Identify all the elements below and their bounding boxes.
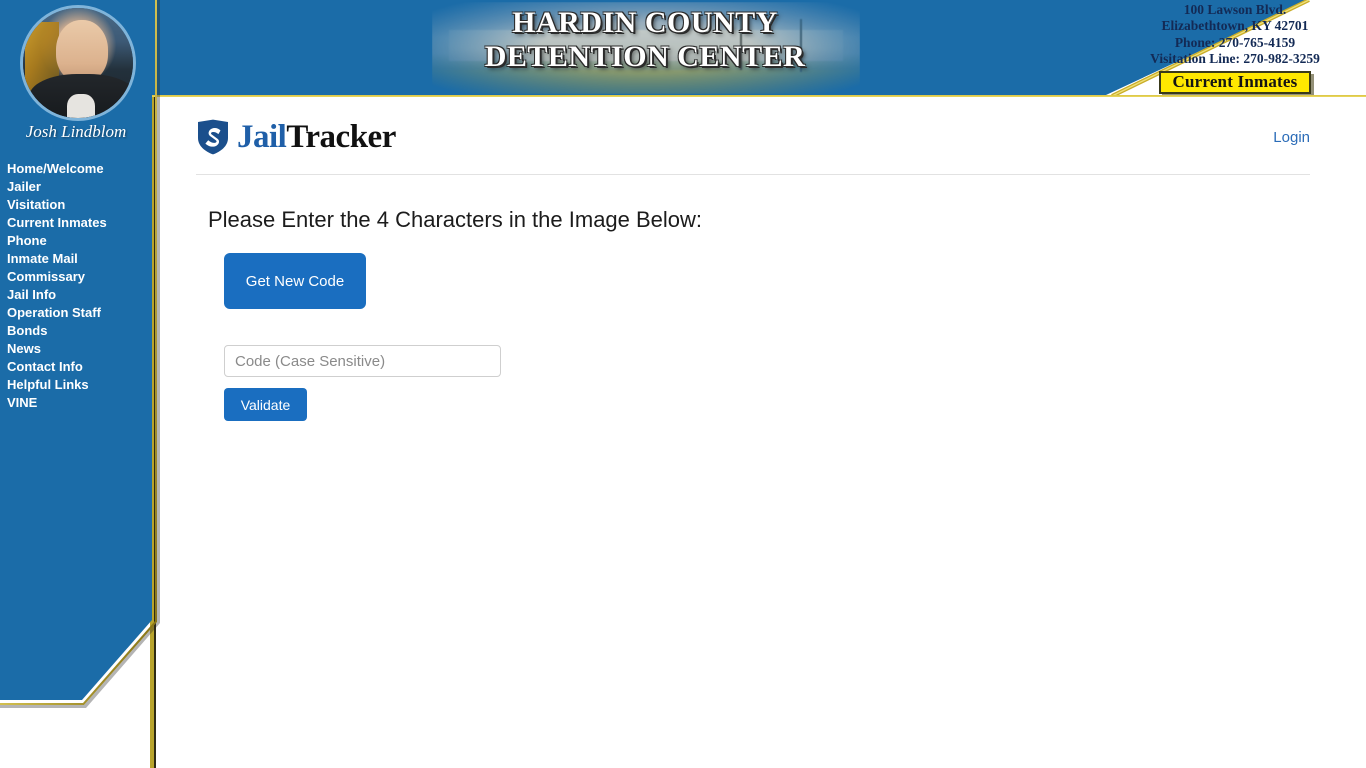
- validate-button[interactable]: Validate: [224, 388, 307, 421]
- page-root: HARDIN COUNTY DETENTION CENTER 100 Lawso…: [0, 0, 1366, 768]
- app-header: JailTracker Login: [196, 115, 1310, 175]
- sidebar-item-helpful-links[interactable]: Helpful Links: [7, 376, 152, 394]
- officer-name: Josh Lindblom: [25, 122, 127, 141]
- sidebar-item-contact-info[interactable]: Contact Info: [7, 358, 152, 376]
- sidebar: Josh Lindblom Home/Welcome Jailer Visita…: [0, 0, 152, 700]
- banner-title-line1: HARDIN COUNTY: [512, 6, 778, 39]
- captcha-form: Please Enter the 4 Characters in the Ima…: [208, 207, 702, 421]
- sidebar-item-bonds[interactable]: Bonds: [7, 322, 152, 340]
- avatar-head: [56, 20, 108, 82]
- content-panel-inner: JailTracker Login Please Enter the 4 Cha…: [154, 97, 1366, 768]
- contact-address: 100 Lawson Blvd.: [1183, 2, 1287, 17]
- avatar-photo: [23, 8, 133, 118]
- get-new-code-button[interactable]: Get New Code: [224, 253, 366, 309]
- logo-text: JailTracker: [237, 120, 396, 154]
- sidebar-item-phone[interactable]: Phone: [7, 232, 152, 250]
- logo-text-jail: Jail: [237, 119, 287, 155]
- avatar: [20, 5, 136, 121]
- sidebar-item-visitation[interactable]: Visitation: [7, 196, 152, 214]
- shield-icon: [198, 119, 228, 155]
- code-input[interactable]: [224, 345, 501, 377]
- sidebar-item-jail-info[interactable]: Jail Info: [7, 286, 152, 304]
- sidebar-item-operation-staff[interactable]: Operation Staff: [7, 304, 152, 322]
- sidebar-item-current-inmates[interactable]: Current Inmates: [7, 214, 152, 232]
- content-panel: JailTracker Login Please Enter the 4 Cha…: [150, 97, 1366, 768]
- sidebar-item-news[interactable]: News: [7, 340, 152, 358]
- sidebar-item-home-welcome[interactable]: Home/Welcome: [7, 160, 152, 178]
- contact-phone: Phone: 270-765-4159: [1174, 34, 1296, 50]
- sidebar-item-commissary[interactable]: Commissary: [7, 268, 152, 286]
- sidebar-item-inmate-mail[interactable]: Inmate Mail: [7, 250, 152, 268]
- logo-text-tracker: Tracker: [286, 119, 396, 155]
- captcha-heading: Please Enter the 4 Characters in the Ima…: [208, 207, 703, 232]
- contact-visitation-line: Visitation Line: 270-982-3259: [1150, 51, 1320, 67]
- sidebar-item-jailer[interactable]: Jailer: [7, 178, 152, 196]
- login-link[interactable]: Login: [1273, 129, 1310, 146]
- page-title: HARDIN COUNTY DETENTION CENTER: [380, 6, 910, 74]
- banner-title-line2: DETENTION CENTER: [484, 40, 806, 73]
- jailtracker-logo[interactable]: JailTracker: [196, 119, 396, 155]
- avatar-shirt: [67, 94, 95, 118]
- contact-city-state-zip: Elizabethtown, KY 42701: [1161, 18, 1309, 34]
- current-inmates-button[interactable]: Current Inmates: [1158, 70, 1312, 95]
- sidebar-nav: Home/Welcome Jailer Visitation Current I…: [7, 160, 152, 412]
- contact-info-block: 100 Lawson Blvd. Elizabethtown, KY 42701…: [1120, 2, 1350, 95]
- sidebar-item-vine[interactable]: VINE: [7, 394, 152, 412]
